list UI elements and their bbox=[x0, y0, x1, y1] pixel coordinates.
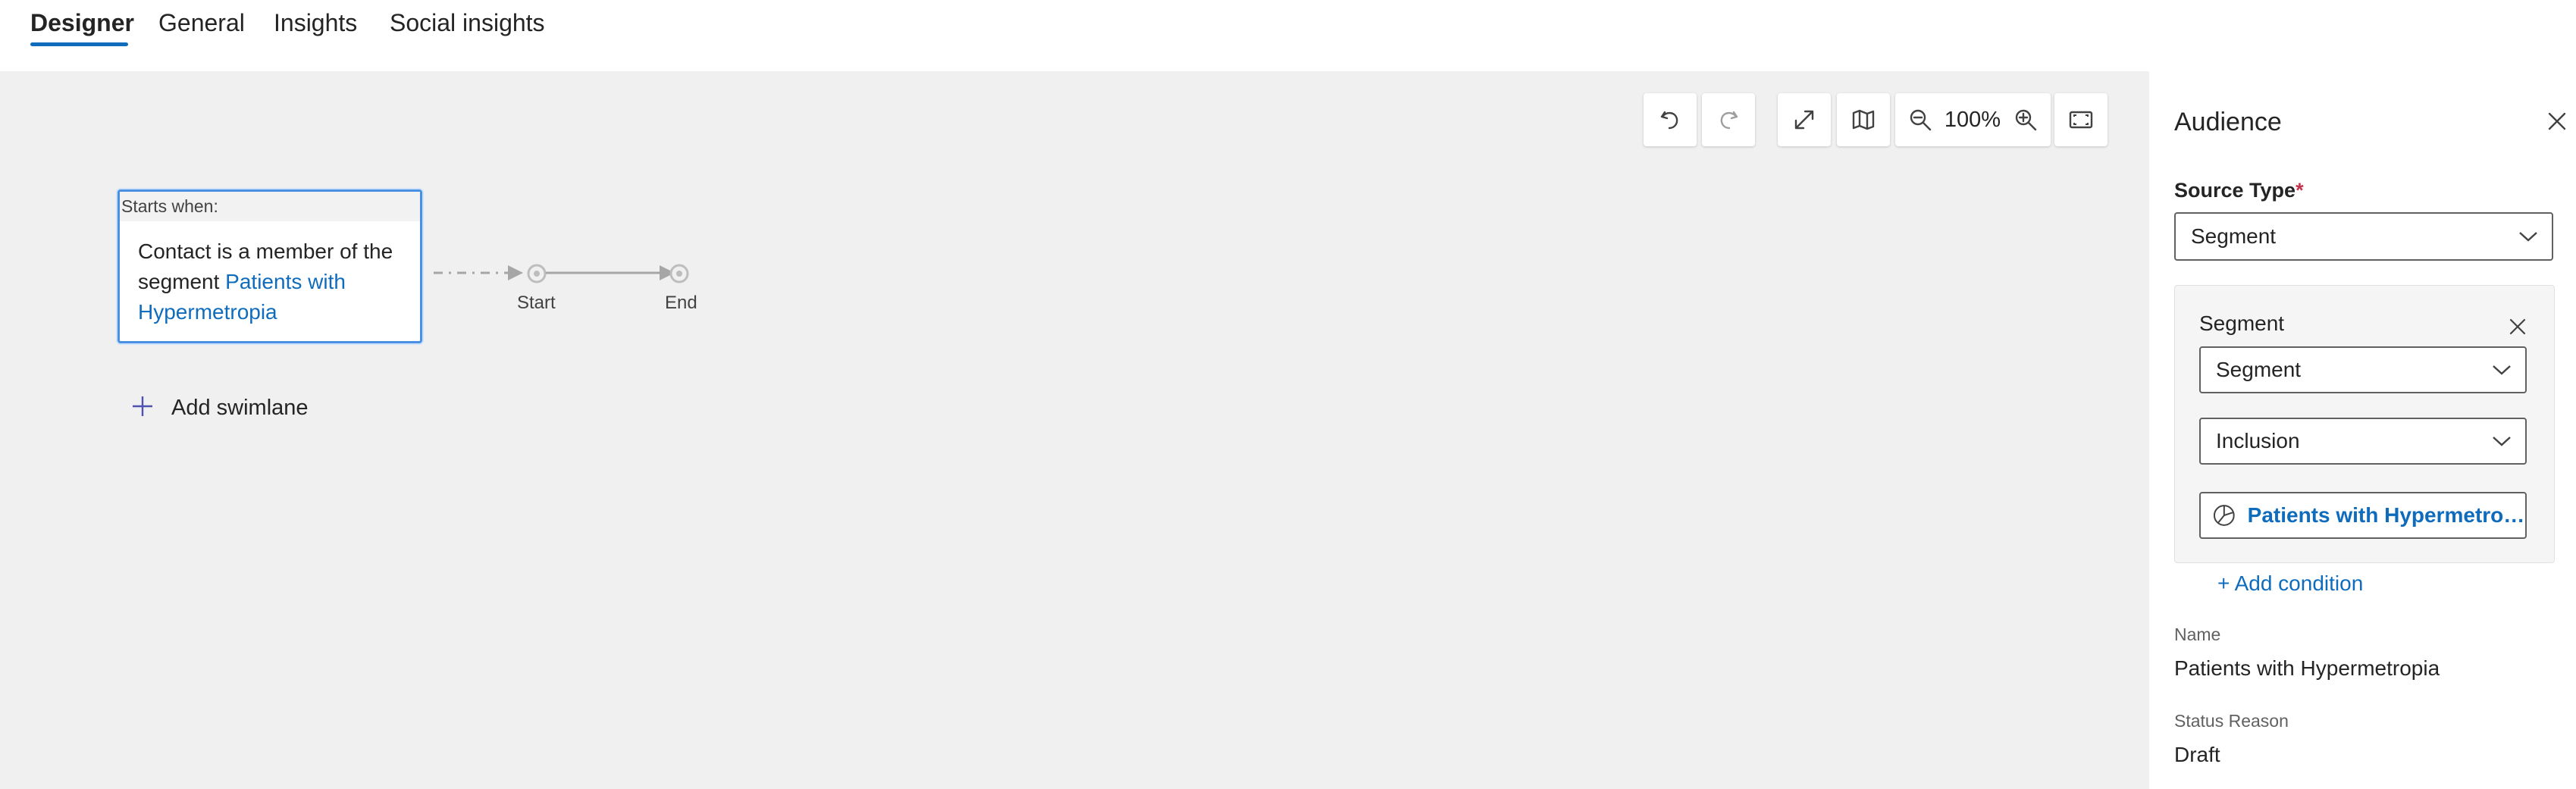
source-type-value: Segment bbox=[2191, 224, 2277, 248]
chevron-down-icon bbox=[2493, 365, 2511, 375]
source-type-dropdown[interactable]: Segment bbox=[2174, 212, 2553, 261]
selected-segment-chip[interactable]: Patients with Hypermetropia bbox=[2199, 492, 2527, 539]
name-value: Patients with Hypermetropia bbox=[2174, 656, 2440, 680]
panel-title: Audience bbox=[2174, 108, 2282, 136]
name-label: Name bbox=[2174, 625, 2221, 644]
trigger-header: Starts when: bbox=[120, 192, 420, 221]
add-condition-link[interactable]: + Add condition bbox=[2217, 571, 2363, 596]
status-reason-label: Status Reason bbox=[2174, 711, 2289, 731]
segment-type-dropdown[interactable]: Segment bbox=[2199, 346, 2527, 393]
chevron-down-icon bbox=[2519, 232, 2537, 242]
source-type-label: Source Type* bbox=[2174, 179, 2304, 202]
start-node-label: Start bbox=[517, 293, 556, 313]
required-marker: * bbox=[2296, 179, 2304, 202]
plus-icon bbox=[130, 391, 161, 424]
end-node-label: End bbox=[665, 293, 697, 313]
source-type-label-text: Source Type bbox=[2174, 179, 2296, 202]
segment-condition-section: Segment Segment Inclusion Patients with … bbox=[2174, 285, 2555, 563]
status-reason-value: Draft bbox=[2174, 743, 2220, 766]
segment-section-title: Segment bbox=[2199, 312, 2285, 335]
add-swimlane-button[interactable]: Add swimlane bbox=[130, 390, 309, 426]
inclusion-value: Inclusion bbox=[2216, 429, 2300, 452]
audience-panel: Audience Source Type* Segment Segment Se… bbox=[2149, 71, 2576, 789]
inclusion-dropdown[interactable]: Inclusion bbox=[2199, 418, 2527, 465]
close-icon[interactable] bbox=[2545, 109, 2569, 133]
trigger-description: Contact is a member of the segment Patie… bbox=[120, 221, 420, 327]
add-swimlane-label: Add swimlane bbox=[171, 395, 309, 420]
segment-type-value: Segment bbox=[2216, 358, 2302, 381]
remove-segment-close-icon[interactable] bbox=[2507, 316, 2528, 337]
selected-segment-name: Patients with Hypermetropia bbox=[2247, 503, 2525, 527]
trigger-card[interactable]: Starts when: Contact is a member of the … bbox=[118, 189, 422, 343]
chevron-down-icon bbox=[2493, 437, 2511, 446]
segment-pie-icon bbox=[2213, 505, 2235, 526]
